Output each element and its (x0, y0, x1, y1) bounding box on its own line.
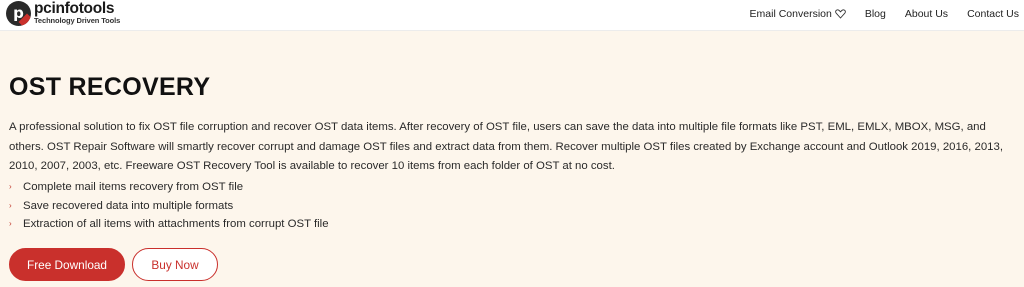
nav-item-email-conversion[interactable]: Email Conversion (750, 8, 846, 20)
nav-item-blog[interactable]: Blog (865, 8, 886, 20)
brand-tagline: Technology Driven Tools (34, 16, 121, 25)
brand-logo[interactable]: p pcinfotools Technology Driven Tools (6, 1, 120, 26)
feature-text: Complete mail items recovery from OST fi… (23, 181, 244, 193)
feature-text: Extraction of all items with attachments… (23, 218, 329, 230)
bullet-arrow-icon: › (9, 182, 12, 192)
nav-item-label: Email Conversion (749, 7, 832, 20)
list-item: › Complete mail items recovery from OST … (9, 178, 329, 197)
nav-item-label: About Us (904, 7, 949, 20)
nav-item-label: Blog (864, 7, 886, 20)
site-header: p pcinfotools Technology Driven Tools Em… (0, 0, 1024, 31)
list-item: › Save recovered data into multiple form… (9, 197, 329, 216)
logo-icon: p (6, 1, 31, 26)
buy-now-button[interactable]: Buy Now (132, 248, 218, 281)
feature-text: Save recovered data into multiple format… (23, 199, 234, 212)
main-nav: Email Conversion Blog About Us Contact U… (750, 0, 1019, 27)
nav-item-about-us[interactable]: About Us (905, 8, 948, 20)
feature-list: › Complete mail items recovery from OST … (9, 178, 329, 234)
heart-chevron-icon (835, 8, 846, 19)
page-title: OST RECOVERY (9, 73, 211, 101)
product-description: A professional solution to fix OST file … (9, 121, 1004, 172)
list-item: › Extraction of all items with attachmen… (9, 215, 329, 234)
bullet-arrow-icon: › (9, 219, 12, 229)
logo-letter: p (13, 4, 24, 22)
nav-item-contact-us[interactable]: Contact Us (967, 8, 1019, 20)
bullet-arrow-icon: › (9, 200, 12, 210)
free-download-button[interactable]: Free Download (9, 248, 125, 281)
nav-item-label: Contact Us (967, 7, 1019, 20)
brand-name: pcinfotools (34, 0, 115, 17)
